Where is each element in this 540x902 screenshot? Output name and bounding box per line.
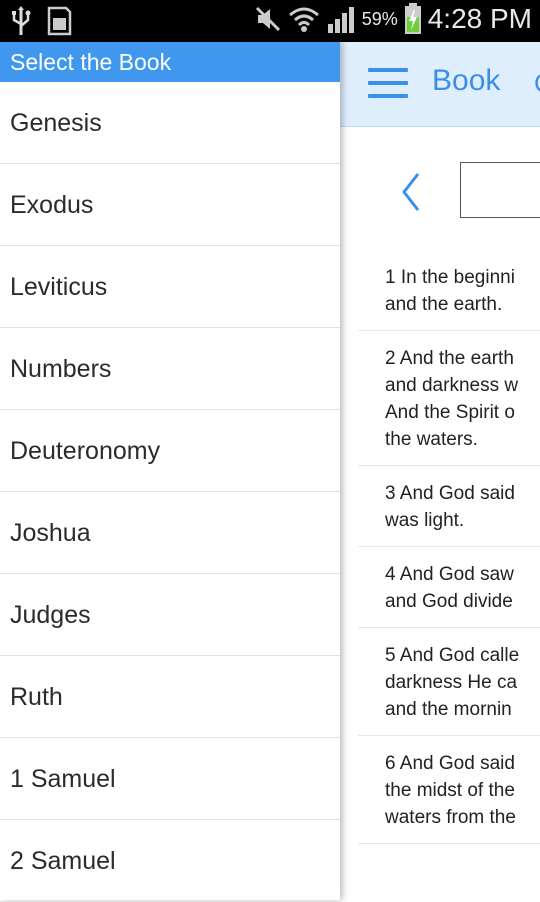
battery-percent: 59% — [361, 8, 398, 29]
verse-line: waters from the — [385, 807, 516, 828]
book-item-joshua[interactable]: Joshua — [0, 492, 340, 574]
mute-icon — [255, 6, 280, 32]
verse-line: the midst of the — [385, 780, 515, 801]
book-item-deuteronomy[interactable]: Deuteronomy — [0, 410, 340, 492]
status-bar: 59% 4:28 PM — [0, 0, 540, 42]
verse-line: 3 And God said — [385, 483, 515, 504]
battery-charging-icon — [404, 3, 421, 34]
verse-item[interactable]: 6 And God said the midst of the waters f… — [358, 736, 540, 844]
verse-line: 5 And God calle — [385, 645, 520, 666]
wifi-icon — [288, 7, 319, 32]
verse-line: and darkness w — [385, 375, 519, 396]
verse-line: and the earth. — [385, 294, 503, 315]
app-bar: Book C — [340, 42, 540, 127]
verse-item[interactable]: 1 In the beginni and the earth. — [358, 250, 540, 331]
app-bar-chapter-label[interactable]: C — [534, 68, 540, 99]
book-item-genesis[interactable]: Genesis — [0, 82, 340, 164]
clock: 4:28 PM — [427, 3, 532, 34]
verse-item[interactable]: 2 And the earth and darkness w And the S… — [358, 331, 540, 466]
verse-line: 4 And God saw — [385, 564, 514, 585]
verse-line: And the Spirit o — [385, 402, 515, 423]
book-item-2-samuel[interactable]: 2 Samuel — [0, 820, 340, 902]
chapter-nav — [340, 132, 540, 242]
verse-item[interactable]: 3 And God said was light. — [358, 466, 540, 547]
hamburger-menu-icon[interactable] — [368, 68, 408, 100]
verse-line: 6 And God said — [385, 753, 515, 774]
app-bar-title[interactable]: Book — [432, 64, 500, 98]
verse-line: darkness He ca — [385, 672, 518, 693]
drawer-header: Select the Book — [0, 42, 340, 82]
usb-icon — [12, 6, 31, 35]
sd-card-icon — [47, 6, 72, 36]
verse-item[interactable]: 4 And God saw and God divide — [358, 547, 540, 628]
signal-icon — [327, 7, 354, 33]
verse-line: and God divide — [385, 591, 513, 612]
chapter-input[interactable] — [460, 162, 540, 218]
book-item-exodus[interactable]: Exodus — [0, 164, 340, 246]
book-item-numbers[interactable]: Numbers — [0, 328, 340, 410]
book-item-judges[interactable]: Judges — [0, 574, 340, 656]
book-drawer: Select the Book Genesis Exodus Leviticus… — [0, 42, 340, 902]
verse-list: 1 In the beginni and the earth. 2 And th… — [358, 250, 540, 844]
chevron-left-icon[interactable] — [398, 172, 428, 212]
verse-line: and the mornin — [385, 699, 512, 720]
verse-line: 1 In the beginni — [385, 267, 515, 288]
book-item-ruth[interactable]: Ruth — [0, 656, 340, 738]
verse-line: the waters. — [385, 429, 478, 450]
book-item-leviticus[interactable]: Leviticus — [0, 246, 340, 328]
verse-line: 2 And the earth — [385, 348, 514, 369]
reader-panel: Book C 1 In the beginni and the earth. 2… — [340, 42, 540, 900]
verse-item[interactable]: 5 And God calle darkness He ca and the m… — [358, 628, 540, 736]
book-item-1-samuel[interactable]: 1 Samuel — [0, 738, 340, 820]
verse-line: was light. — [385, 510, 465, 531]
